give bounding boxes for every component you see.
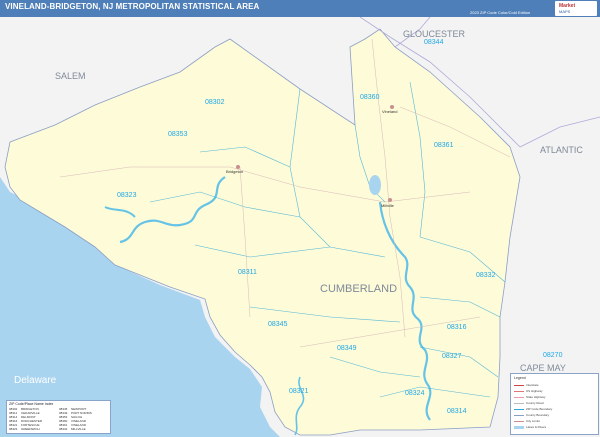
map-title: VINELAND-BRIDGETON, NJ METROPOLITAN STAT…	[5, 2, 260, 11]
legend-swatch	[514, 414, 524, 416]
union-lake	[369, 175, 381, 195]
zip-table-cell: 08332	[59, 427, 68, 431]
zip-index-table: ZIP Code/Place Name Index 08302 BRIDGETO…	[6, 400, 111, 434]
zip-label: 08345	[268, 321, 288, 328]
zip-table-title: ZIP Code/Place Name Index	[9, 402, 54, 406]
legend-row-label: Interstate	[526, 383, 539, 387]
legend-row-label: County Road	[526, 401, 544, 405]
county-label-cape-may: CAPE MAY	[520, 363, 566, 373]
map-viewer: VINELAND-BRIDGETON, NJ METROPOLITAN STAT…	[0, 0, 600, 437]
edition-label: 2023 ZIP Code Color/Cold Edition	[470, 10, 531, 15]
map-legend: Legend Interstate US Highway State Highw…	[510, 373, 599, 435]
legend-swatch	[514, 390, 524, 392]
zip-label: 08270	[543, 352, 563, 359]
city-dot-millville	[388, 198, 392, 202]
county-label-salem: SALEM	[55, 71, 86, 81]
city-label-vineland: Vineland	[382, 109, 398, 114]
legend-row: County Boundary	[514, 413, 549, 417]
city-label-bridgeton: Bridgeton	[226, 169, 243, 174]
legend-row: Interstate	[514, 383, 539, 387]
zip-label: 08324	[405, 390, 425, 397]
legend-row: US Highway	[514, 389, 543, 393]
legend-row: City Limits	[514, 419, 540, 423]
water-label-delaware: Delaware	[14, 375, 57, 386]
zip-label: 08327	[442, 353, 462, 360]
zip-label: 08314	[447, 408, 467, 415]
legend-swatch	[514, 384, 524, 386]
zip-label: 08349	[337, 345, 357, 352]
zip-label: 08316	[447, 324, 467, 331]
legend-row-label: Lakes & Rivers	[526, 425, 547, 429]
zip-label: 08311	[238, 269, 257, 276]
zip-label: 08323	[117, 192, 137, 199]
county-label-gloucester: GLOUCESTER	[403, 29, 466, 39]
brand-logo: Market MAPS	[555, 1, 597, 16]
header-bar: VINELAND-BRIDGETON, NJ METROPOLITAN STAT…	[0, 0, 600, 17]
county-label-cumberland: CUMBERLAND	[320, 283, 397, 295]
legend-row: ZIP Code Boundary	[514, 407, 552, 411]
legend-swatch	[514, 420, 524, 422]
legend-row: State Highway	[514, 395, 545, 399]
county-label-atlantic: ATLANTIC	[540, 145, 583, 155]
legend-swatch	[514, 396, 524, 398]
zip-table-cell: 08323	[9, 427, 18, 431]
zip-label: 08360	[360, 94, 380, 101]
zip-table-cell: GREENWICH	[21, 427, 40, 431]
city-label-millville: Millville	[381, 203, 395, 208]
legend-row-label: City Limits	[526, 419, 540, 423]
zip-label: 08332	[476, 272, 496, 279]
zip-label: 08344	[424, 39, 444, 46]
legend-row-label: County Boundary	[526, 413, 550, 417]
legend-swatch	[514, 402, 524, 404]
legend-row: County Road	[514, 401, 544, 405]
legend-swatch	[514, 408, 524, 410]
zip-label: 08321	[289, 388, 309, 395]
zip-label: 08353	[168, 131, 188, 138]
legend-row-label: State Highway	[526, 395, 546, 399]
legend-title: Legend	[514, 376, 526, 380]
zip-table-cell: MILLVILLE	[71, 427, 86, 431]
zip-label: 08302	[205, 99, 225, 106]
legend-swatch	[514, 425, 524, 429]
zip-label: 08361	[434, 142, 454, 149]
logo-sub: MAPS	[559, 9, 571, 14]
legend-row-label: ZIP Code Boundary	[526, 407, 553, 411]
legend-row-label: US Highway	[526, 389, 543, 393]
legend-row: Lakes & Rivers	[514, 425, 546, 429]
